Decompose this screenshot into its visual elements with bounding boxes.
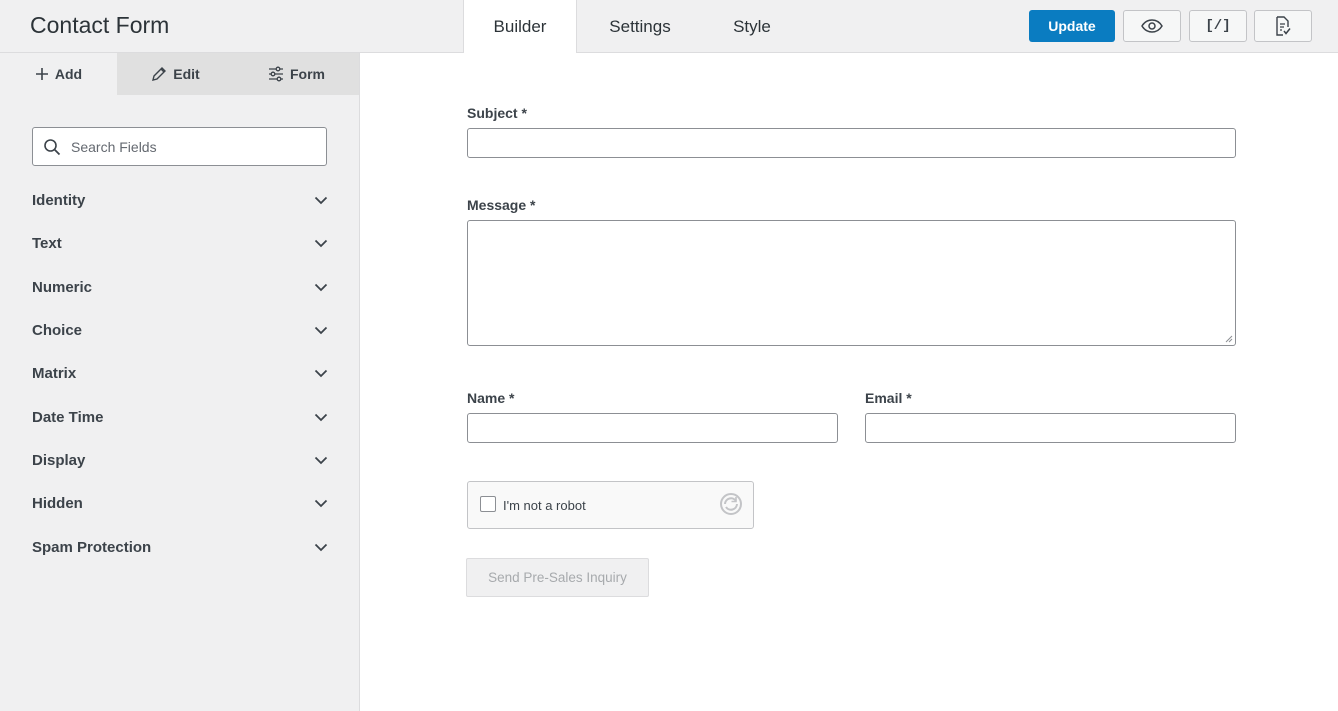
sidebar-tab-form[interactable]: Form	[234, 53, 359, 95]
category-display[interactable]: Display	[32, 439, 328, 482]
top-bar: Contact Form Builder Settings Style Upda…	[0, 0, 1338, 54]
category-label: Display	[32, 451, 86, 469]
category-hidden[interactable]: Hidden	[32, 482, 328, 525]
search-fields-box	[32, 127, 327, 166]
tab-style[interactable]: Style	[703, 0, 801, 53]
search-fields-input[interactable]	[71, 138, 301, 155]
form-title: Contact Form	[30, 12, 170, 38]
tab-builder[interactable]: Builder	[463, 0, 577, 54]
chevron-down-icon	[314, 283, 328, 292]
sidebar-tabs: Add Edit Form	[0, 53, 359, 95]
search-icon	[44, 138, 61, 155]
sidebar-tab-label: Form	[290, 66, 325, 82]
recaptcha-label: I'm not a robot	[503, 498, 586, 513]
chevron-down-icon	[314, 413, 328, 421]
sliders-icon	[269, 66, 283, 82]
category-label: Numeric	[32, 278, 93, 296]
category-date-time[interactable]: Date Time	[32, 395, 328, 438]
pencil-icon	[152, 67, 167, 81]
category-label: Identity	[32, 192, 86, 210]
category-label: Choice	[32, 322, 83, 340]
subject-field[interactable]	[467, 128, 1236, 158]
category-choice[interactable]: Choice	[32, 309, 328, 352]
builder-tabs: Builder Settings Style	[463, 0, 801, 54]
message-label: Message *	[467, 197, 536, 213]
sidebar-tab-label: Add	[54, 66, 83, 82]
fields-sidebar: Add Edit Form Identity	[0, 53, 360, 711]
chevron-down-icon	[314, 240, 328, 248]
sidebar-tab-edit[interactable]: Edit	[117, 53, 234, 95]
category-matrix[interactable]: Matrix	[32, 352, 328, 395]
name-field[interactable]	[467, 413, 838, 443]
category-label: Text	[32, 235, 62, 253]
sidebar-tab-add[interactable]: Add	[0, 53, 117, 95]
chevron-down-icon	[314, 326, 328, 335]
category-spam-protection[interactable]: Spam Protection	[32, 525, 328, 568]
embed-button[interactable]: [/]	[1189, 10, 1247, 42]
field-categories: Identity Text Numeric Choice Matrix Date…	[32, 179, 328, 569]
name-label: Name *	[467, 390, 515, 406]
email-field[interactable]	[865, 413, 1236, 443]
recaptcha-widget: I'm not a robot	[467, 481, 754, 529]
plus-icon	[35, 68, 48, 80]
entries-button[interactable]	[1254, 10, 1312, 42]
chevron-down-icon	[314, 500, 328, 508]
eye-icon	[1141, 19, 1163, 33]
recaptcha-icon	[720, 493, 742, 515]
tab-settings[interactable]: Settings	[577, 0, 703, 53]
category-label: Spam Protection	[32, 538, 152, 556]
form-canvas: Subject * Message * Name * Email * I'm n…	[361, 53, 1338, 711]
recaptcha-checkbox[interactable]	[480, 496, 496, 512]
chevron-down-icon	[314, 370, 328, 378]
update-button[interactable]: Update	[1029, 10, 1115, 42]
category-label: Hidden	[32, 495, 83, 513]
chevron-down-icon	[314, 543, 328, 551]
submit-button[interactable]: Send Pre-Sales Inquiry	[466, 558, 649, 597]
shortcode-icon: [/]	[1205, 18, 1231, 34]
preview-button[interactable]	[1123, 10, 1181, 42]
document-check-icon	[1276, 16, 1291, 36]
category-label: Matrix	[32, 365, 77, 383]
category-numeric[interactable]: Numeric	[32, 266, 328, 309]
subject-label: Subject *	[467, 105, 527, 121]
resize-handle-icon[interactable]	[1225, 335, 1233, 343]
email-label: Email *	[865, 390, 912, 406]
category-label: Date Time	[32, 408, 104, 426]
chevron-down-icon	[314, 197, 328, 205]
category-identity[interactable]: Identity	[32, 179, 328, 222]
message-field[interactable]	[467, 220, 1236, 346]
category-text[interactable]: Text	[32, 222, 328, 265]
chevron-down-icon	[314, 456, 328, 465]
sidebar-tab-label: Edit	[173, 66, 200, 82]
